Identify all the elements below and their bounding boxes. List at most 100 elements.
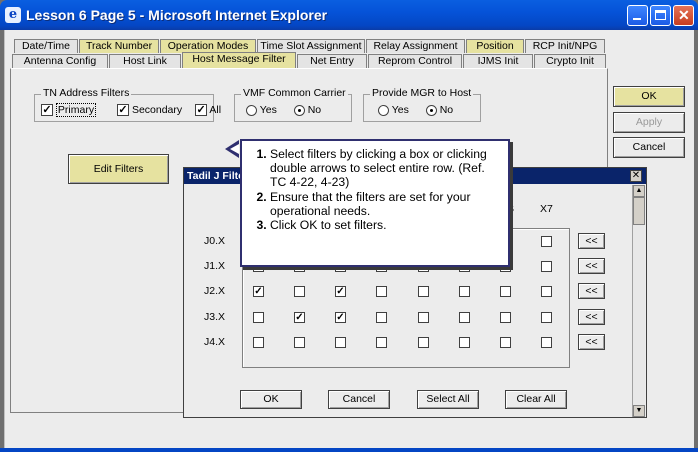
filter-checkbox-j2x-1[interactable] <box>294 286 305 297</box>
filter-checkbox-j4x-4[interactable] <box>418 337 429 348</box>
row-label-j3: J3.X <box>204 311 226 323</box>
select-row-j0-button[interactable]: << <box>578 233 605 249</box>
tab-net-entry[interactable]: Net Entry <box>297 54 367 68</box>
tab-track-number[interactable]: Track Number <box>79 39 159 53</box>
tab-host-link[interactable]: Host Link <box>109 54 181 68</box>
instruction-step-1: Select filters by clicking a box or clic… <box>270 147 502 190</box>
tab-date-time[interactable]: Date/Time <box>14 39 78 53</box>
filter-checkbox-j3x-3[interactable] <box>376 312 387 323</box>
vmf-yes-radio[interactable] <box>246 104 257 116</box>
filter-checkbox-j0x-7[interactable] <box>541 236 552 247</box>
filter-checkbox-j4x-7[interactable] <box>541 337 552 348</box>
filter-checkbox-j4x-1[interactable] <box>294 337 305 348</box>
scroll-down-icon[interactable]: ▼ <box>633 405 645 417</box>
filter-checkbox-j4x-3[interactable] <box>376 337 387 348</box>
tab-host-message-filter[interactable]: Host Message Filter <box>182 52 296 68</box>
filter-checkbox-j3x-5[interactable] <box>459 312 470 323</box>
vmf-row: Yes No <box>246 104 321 116</box>
instruction-list: Select filters by clicking a box or clic… <box>254 147 502 232</box>
filter-checkbox-j2x-4[interactable] <box>418 286 429 297</box>
filter-checkbox-j2x-5[interactable] <box>459 286 470 297</box>
tn-address-filters-title: TN Address Filters <box>41 87 132 99</box>
primary-checkbox[interactable]: ✓ <box>41 104 53 117</box>
scroll-thumb[interactable] <box>633 197 645 225</box>
dialog-title: Tadil J Filte <box>187 170 244 182</box>
tn-filters-row: ✓ Primary ✓ Secondary ✓ All <box>41 103 222 117</box>
tab-crypto-init[interactable]: Crypto Init <box>534 54 606 68</box>
title-bar: e Lesson 6 Page 5 - Microsoft Internet E… <box>0 0 698 30</box>
close-button[interactable]: ✕ <box>673 5 694 26</box>
filter-checkbox-j2x-6[interactable] <box>500 286 511 297</box>
row-label-j1: J1.X <box>204 260 226 272</box>
instruction-step-2: Ensure that the filters are set for your… <box>270 190 502 218</box>
dialog-scrollbar[interactable]: ▲ ▼ <box>632 185 645 417</box>
filter-checkbox-j4x-5[interactable] <box>459 337 470 348</box>
close-icon: ✕ <box>678 7 690 23</box>
tab-antenna-config[interactable]: Antenna Config <box>12 54 108 68</box>
filter-checkbox-j3x-6[interactable] <box>500 312 511 323</box>
window-title: Lesson 6 Page 5 - Microsoft Internet Exp… <box>26 7 328 23</box>
filter-checkbox-j4x-6[interactable] <box>500 337 511 348</box>
mgr-title: Provide MGR to Host <box>370 87 474 99</box>
scroll-up-icon[interactable]: ▲ <box>633 185 645 197</box>
vmf-title: VMF Common Carrier <box>241 87 348 99</box>
secondary-label: Secondary <box>131 104 183 116</box>
tab-rcp-init-npg[interactable]: RCP Init/NPG <box>525 39 605 53</box>
apply-button[interactable]: Apply <box>613 112 685 133</box>
dialog-cancel-button[interactable]: Cancel <box>328 390 390 409</box>
mgr-yes-label: Yes <box>391 104 409 116</box>
mgr-row: Yes No <box>378 104 453 116</box>
select-row-j1-button[interactable]: << <box>578 258 605 274</box>
dialog-ok-button[interactable]: OK <box>240 390 302 409</box>
filter-checkbox-j3x-0[interactable] <box>253 312 264 323</box>
vmf-yes-label: Yes <box>259 104 277 116</box>
row-label-j2: J2.X <box>204 285 226 297</box>
clear-all-button[interactable]: Clear All <box>505 390 567 409</box>
tab-operation-modes[interactable]: Operation Modes <box>160 39 256 53</box>
tab-ijms-init[interactable]: IJMS Init <box>463 54 533 68</box>
filter-checkbox-j2x-7[interactable] <box>541 286 552 297</box>
mgr-yes-radio[interactable] <box>378 104 389 116</box>
window-bottom-border <box>0 448 698 452</box>
vmf-no-label: No <box>307 104 322 116</box>
mgr-no-label: No <box>439 104 454 116</box>
minimize-icon <box>633 18 641 20</box>
dialog-close-button[interactable]: ✕ <box>630 170 642 182</box>
vmf-no-radio[interactable] <box>293 104 305 116</box>
filter-checkbox-j2x-3[interactable] <box>376 286 387 297</box>
column-header-x7: X7 <box>540 203 553 215</box>
instruction-callout: Select filters by clicking a box or clic… <box>240 139 510 267</box>
filter-checkbox-j4x-0[interactable] <box>253 337 264 348</box>
minimize-button[interactable] <box>627 5 648 26</box>
tab-reprom-control[interactable]: Reprom Control <box>368 54 462 68</box>
all-label: All <box>209 104 222 116</box>
mgr-no-radio[interactable] <box>425 104 437 116</box>
secondary-checkbox[interactable]: ✓ <box>117 104 130 117</box>
row-label-j4: J4.X <box>204 336 226 348</box>
select-all-button[interactable]: Select All <box>417 390 479 409</box>
instruction-step-3: Click OK to set filters. <box>270 218 502 232</box>
edit-filters-button[interactable]: Edit Filters <box>68 154 169 184</box>
select-row-j4-button[interactable]: << <box>578 334 605 350</box>
row-label-j0: J0.X <box>204 235 226 247</box>
filter-checkbox-j4x-2[interactable] <box>335 337 346 348</box>
filter-checkbox-j1x-7[interactable] <box>541 261 552 272</box>
filter-checkbox-j2x-2[interactable]: ✓ <box>335 286 346 297</box>
cancel-button[interactable]: Cancel <box>613 137 685 158</box>
tab-relay-assignment[interactable]: Relay Assignment <box>366 39 465 53</box>
callout-pointer-inner <box>230 144 239 154</box>
tab-position[interactable]: Position <box>466 39 524 53</box>
select-row-j3-button[interactable]: << <box>578 309 605 325</box>
tab-time-slot-assignment[interactable]: Time Slot Assignment <box>257 39 365 53</box>
primary-label: Primary <box>55 103 97 117</box>
maximize-icon <box>655 10 666 20</box>
filter-checkbox-j2x-0[interactable]: ✓ <box>253 286 264 297</box>
all-checkbox[interactable]: ✓ <box>195 104 208 117</box>
filter-checkbox-j3x-4[interactable] <box>418 312 429 323</box>
filter-checkbox-j3x-1[interactable]: ✓ <box>294 312 305 323</box>
filter-checkbox-j3x-2[interactable]: ✓ <box>335 312 346 323</box>
maximize-button[interactable] <box>650 5 671 26</box>
select-row-j2-button[interactable]: << <box>578 283 605 299</box>
filter-checkbox-j3x-7[interactable] <box>541 312 552 323</box>
ok-button[interactable]: OK <box>613 86 685 107</box>
